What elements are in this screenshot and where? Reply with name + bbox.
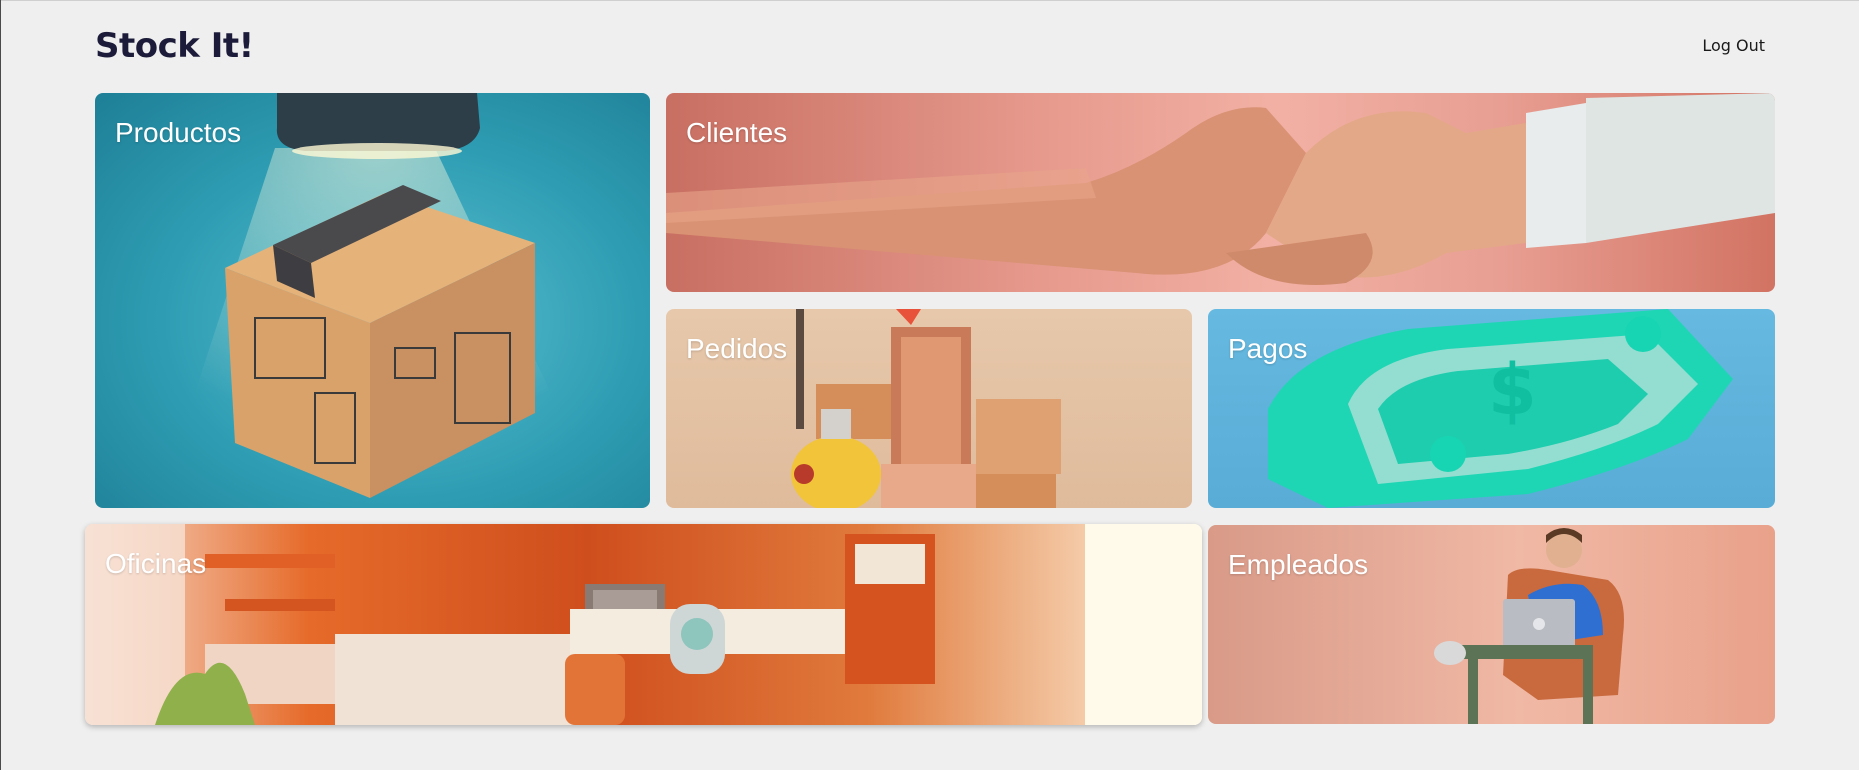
card-empleados[interactable]: Empleados [1208,525,1775,724]
top-border [1,0,1859,1]
card-label: Pagos [1228,333,1308,364]
card-oficinas[interactable]: Oficinas [85,524,1202,725]
card-label: Oficinas [105,548,207,579]
card-label: Productos [115,117,242,148]
svg-text:$: $ [1488,349,1537,431]
card-label: Pedidos [686,333,788,364]
office-desk-illustration [85,524,1202,725]
card-label: Empleados [1228,549,1369,580]
app-logo-title: Stock It! [95,26,254,66]
card-label: Clientes [686,117,788,148]
box-under-lamp-illustration [185,93,565,498]
handshake-illustration [666,93,1775,285]
card-pagos[interactable]: $ Pagos [1208,309,1775,508]
card-pedidos[interactable]: Pedidos [666,309,1192,508]
card-clientes[interactable]: Clientes [666,93,1775,292]
logout-link[interactable]: Log Out [1702,36,1765,55]
card-productos[interactable]: Productos [95,93,650,508]
